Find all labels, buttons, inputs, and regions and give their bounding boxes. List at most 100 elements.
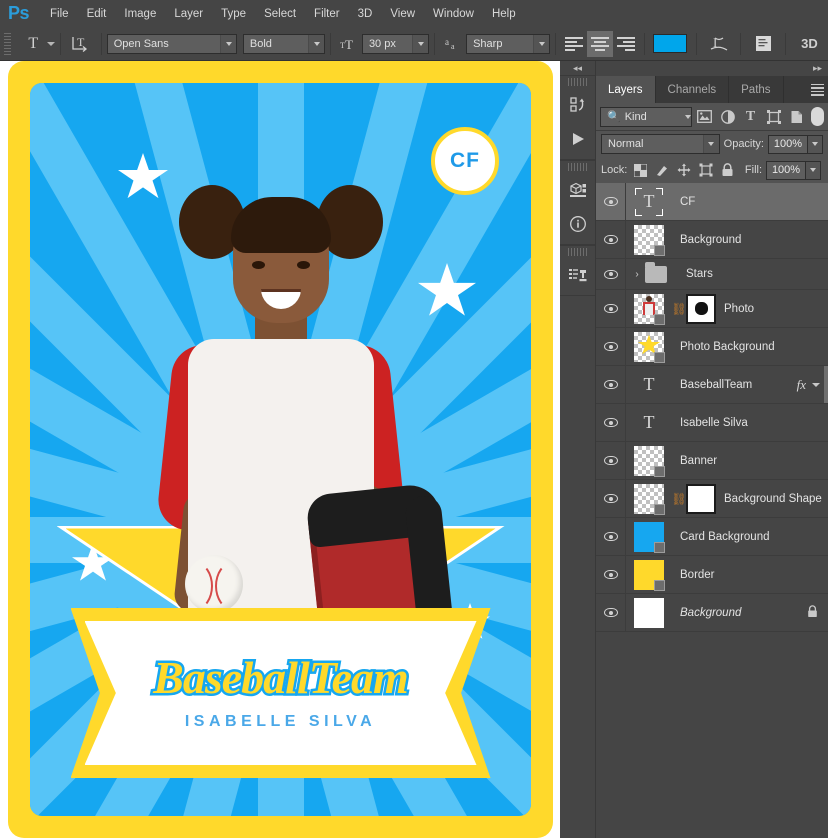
layer-visibility-toggle[interactable]	[596, 259, 626, 289]
menu-layer[interactable]: Layer	[165, 4, 212, 24]
layer-visibility-toggle[interactable]	[596, 518, 626, 555]
fill-stepper-icon[interactable]	[806, 161, 821, 180]
layer-row-baseballteam[interactable]: T BaseballTeam fx	[596, 366, 828, 404]
lock-position-icon[interactable]	[675, 161, 693, 180]
options-bar-grip[interactable]	[4, 33, 11, 55]
link-mask-icon[interactable]: ⛓	[673, 302, 685, 316]
layer-visibility-toggle[interactable]	[596, 404, 626, 441]
lock-artboard-nesting-icon[interactable]	[697, 161, 715, 180]
filter-toggle-switch[interactable]	[811, 107, 824, 126]
chevron-down-icon[interactable]	[685, 115, 691, 119]
font-family-select[interactable]: Open Sans	[107, 34, 238, 54]
font-size-select[interactable]: 30 px	[362, 34, 429, 54]
menu-help[interactable]: Help	[483, 4, 525, 24]
layer-thumbnail[interactable]: T	[626, 370, 672, 400]
layer-thumbnail[interactable]: T	[626, 187, 672, 217]
menu-window[interactable]: Window	[424, 4, 483, 24]
fill-value[interactable]: 100%	[766, 161, 806, 180]
collapse-panels-icon[interactable]: ◂◂	[560, 61, 595, 75]
dock-grip[interactable]	[568, 248, 587, 256]
menu-view[interactable]: View	[381, 4, 424, 24]
layer-thumbnail[interactable]	[626, 560, 672, 590]
layer-row-banner[interactable]: Banner	[596, 442, 828, 480]
layer-thumbnail[interactable]	[626, 598, 672, 628]
layer-row-background-shape[interactable]: ⛓ Background Shape	[596, 480, 828, 518]
chevron-right-icon[interactable]: ›	[630, 269, 644, 280]
opacity-stepper-icon[interactable]	[808, 135, 823, 154]
tab-channels[interactable]: Channels	[656, 76, 730, 103]
shape-layers-filter-icon[interactable]	[763, 107, 784, 127]
layer-visibility-toggle[interactable]	[596, 290, 626, 327]
lock-transparent-pixels-icon[interactable]	[631, 161, 649, 180]
text-color-swatch[interactable]	[650, 31, 691, 57]
dock-grip[interactable]	[568, 163, 587, 171]
layer-row-photo[interactable]: ⛓ Photo	[596, 290, 828, 328]
layer-thumbnail[interactable]	[626, 332, 672, 362]
layer-thumbnail[interactable]	[626, 225, 672, 255]
tab-paths[interactable]: Paths	[729, 76, 783, 103]
layer-row-background-top[interactable]: Background	[596, 221, 828, 259]
lock-all-icon[interactable]	[719, 161, 737, 180]
layer-visibility-toggle[interactable]	[596, 328, 626, 365]
clone-source-icon[interactable]	[560, 258, 595, 292]
font-style-select[interactable]: Bold	[243, 34, 325, 54]
align-left-icon[interactable]	[561, 31, 587, 57]
dock-grip[interactable]	[568, 78, 587, 86]
chevron-down-icon[interactable]	[308, 35, 324, 53]
lock-image-pixels-icon[interactable]	[653, 161, 671, 180]
chevron-down-icon[interactable]	[220, 35, 236, 53]
toggle-text-orientation-icon[interactable]: T	[66, 31, 96, 57]
3d-object-icon[interactable]	[560, 173, 595, 207]
layer-visibility-toggle[interactable]	[596, 366, 626, 403]
menu-filter[interactable]: Filter	[305, 4, 349, 24]
layer-list[interactable]: T CF Background ›	[596, 183, 828, 632]
layer-thumbnail[interactable]	[626, 484, 672, 514]
chevron-down-icon[interactable]	[412, 35, 428, 53]
layer-visibility-toggle[interactable]	[596, 442, 626, 479]
layer-row-background-locked[interactable]: Background	[596, 594, 828, 632]
type-layers-filter-icon[interactable]: T	[740, 107, 761, 127]
tab-layers[interactable]: Layers	[596, 76, 656, 103]
chevron-down-icon[interactable]	[703, 135, 719, 153]
layer-row-photo-background[interactable]: Photo Background	[596, 328, 828, 366]
pixel-layers-filter-icon[interactable]	[694, 107, 715, 127]
history-icon[interactable]	[560, 88, 595, 122]
layer-thumbnail[interactable]	[626, 446, 672, 476]
create-warped-text-icon[interactable]: I	[702, 31, 736, 57]
opacity-value[interactable]: 100%	[768, 135, 808, 154]
character-paragraph-panels-icon[interactable]	[746, 31, 780, 57]
layer-row-isabelle-silva[interactable]: T Isabelle Silva	[596, 404, 828, 442]
text-tool-icon[interactable]: T	[22, 31, 55, 57]
info-icon[interactable]	[560, 207, 595, 241]
layer-row-card-background[interactable]: Card Background	[596, 518, 828, 556]
layer-thumbnail[interactable]: T	[626, 408, 672, 438]
link-mask-icon[interactable]: ⛓	[673, 492, 685, 506]
menu-image[interactable]: Image	[115, 4, 165, 24]
expand-panels-icon[interactable]: ▸▸	[813, 63, 822, 74]
chevron-down-icon[interactable]	[533, 35, 549, 53]
layer-visibility-toggle[interactable]	[596, 183, 626, 220]
menu-3d[interactable]: 3D	[349, 4, 382, 24]
layer-thumbnail[interactable]	[626, 294, 672, 324]
panel-menu-icon[interactable]	[808, 76, 828, 103]
chevron-down-icon[interactable]	[812, 383, 820, 387]
play-action-icon[interactable]	[560, 122, 595, 156]
menu-select[interactable]: Select	[255, 4, 305, 24]
filter-kind-select[interactable]: 🔍 Kind	[600, 107, 692, 127]
adjustment-layers-filter-icon[interactable]	[717, 107, 738, 127]
smart-object-filter-icon[interactable]	[786, 107, 807, 127]
layer-row-stars-group[interactable]: › Stars	[596, 259, 828, 290]
blend-mode-select[interactable]: Normal	[601, 134, 720, 154]
layer-visibility-toggle[interactable]	[596, 221, 626, 258]
layer-row-cf[interactable]: T CF	[596, 183, 828, 221]
group-thumbnail[interactable]: ›	[626, 266, 678, 283]
menu-type[interactable]: Type	[212, 4, 255, 24]
document-canvas[interactable]: CF BaseballTeam ISABELLE SILVA	[0, 61, 560, 838]
align-right-icon[interactable]	[613, 31, 639, 57]
align-center-icon[interactable]	[587, 31, 613, 57]
menu-file[interactable]: File	[41, 4, 78, 24]
menu-edit[interactable]: Edit	[78, 4, 116, 24]
layer-row-border[interactable]: Border	[596, 556, 828, 594]
layer-visibility-toggle[interactable]	[596, 480, 626, 517]
layer-mask-thumbnail[interactable]	[686, 484, 716, 514]
